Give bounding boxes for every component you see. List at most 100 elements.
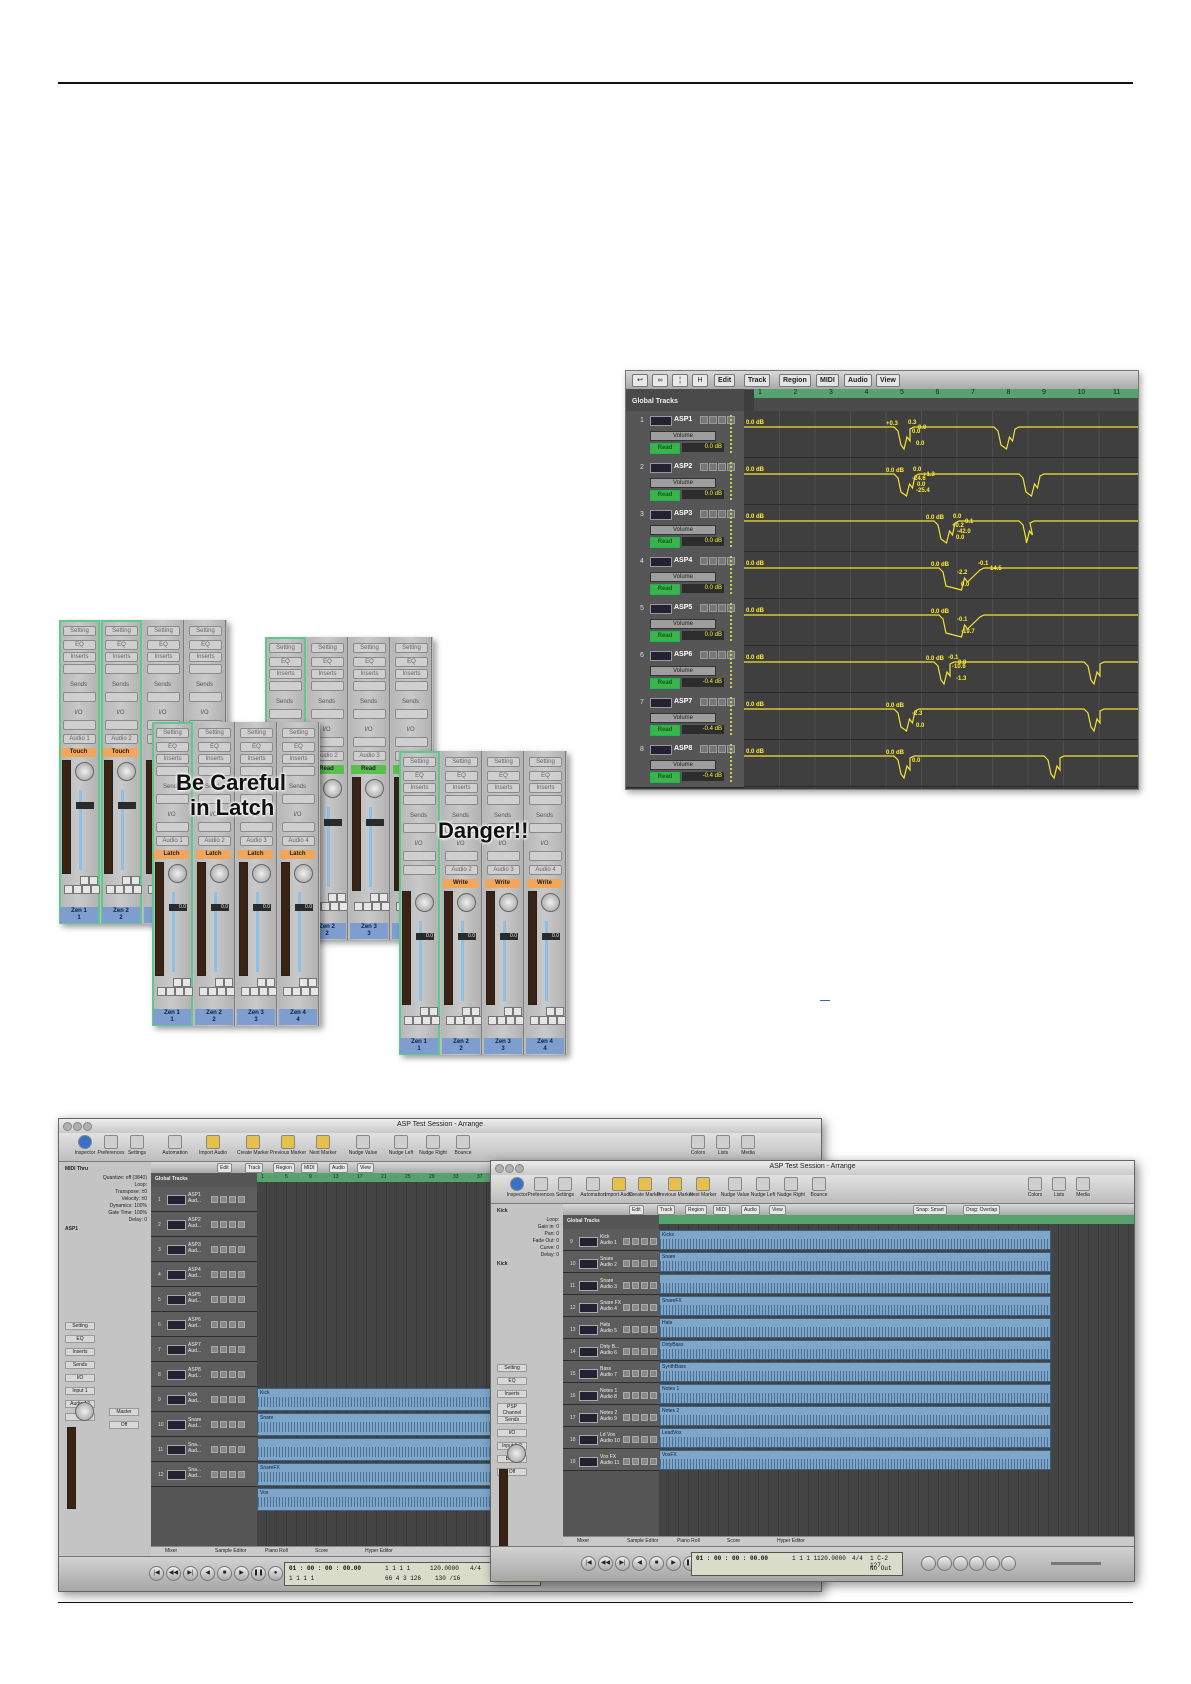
go-to-beginning-button[interactable]: |◀	[581, 1556, 596, 1571]
solo-button[interactable]	[131, 876, 140, 885]
insert-slot[interactable]	[445, 795, 478, 805]
mute-button[interactable]	[211, 1371, 218, 1378]
input-slot[interactable]	[395, 737, 428, 747]
input-monitor-button[interactable]	[157, 987, 166, 996]
eq-button[interactable]: EQ	[63, 640, 96, 650]
menu-view[interactable]: View	[357, 1163, 374, 1173]
record-button[interactable]	[229, 1396, 236, 1403]
track-header[interactable]: 19 Vox FX Audio 11	[563, 1449, 659, 1471]
input-button[interactable]	[650, 1282, 657, 1289]
channel-name[interactable]: Zen 11	[153, 1009, 191, 1025]
record-enable-button[interactable]	[226, 987, 235, 996]
automation-parameter-menu[interactable]: Volume	[650, 525, 716, 535]
inspector-row[interactable]: Curve: 0	[497, 1245, 559, 1251]
solo-button[interactable]	[220, 1296, 227, 1303]
record-button[interactable]	[641, 1414, 648, 1421]
track-header[interactable]: 11 Snare Audio 3	[563, 1273, 659, 1295]
mute-button[interactable]	[211, 1196, 218, 1203]
send-slot[interactable]	[403, 823, 436, 833]
input-button[interactable]	[238, 1271, 245, 1278]
setting-button[interactable]: Setting	[198, 728, 231, 738]
record-enable-button[interactable]	[431, 1016, 440, 1025]
eq-button[interactable]: EQ	[403, 771, 436, 781]
solo-button[interactable]	[632, 1414, 639, 1421]
setting-button[interactable]: Setting	[240, 728, 273, 738]
channel-strip[interactable]: Setting EQ Inserts Sends I/O Audio 1 Touch Zen …	[59, 620, 100, 924]
mute-button[interactable]	[623, 1436, 630, 1443]
record-button[interactable]	[718, 604, 726, 612]
solo-button[interactable]	[89, 876, 98, 885]
input-button[interactable]	[238, 1221, 245, 1228]
inspector-strip-slot[interactable]: Sends	[497, 1416, 527, 1424]
automation-track[interactable]: 3 ASP3 Volume Read 0.0 dB	[626, 505, 744, 553]
tab-hyper-editor[interactable]: Hyper Editor	[777, 1538, 805, 1544]
solo-button[interactable]	[471, 1007, 480, 1016]
pan-knob[interactable]	[457, 893, 476, 912]
channel-strip[interactable]: Setting EQ Inserts Sends I/O Audio 4 Latch 0.0 Z…	[278, 722, 319, 1026]
eq-button[interactable]: EQ	[189, 640, 222, 650]
inspector-strip-slot[interactable]: I/O	[65, 1374, 95, 1382]
record-button[interactable]	[718, 745, 726, 753]
solo-button[interactable]	[632, 1370, 639, 1377]
solo-button[interactable]	[220, 1271, 227, 1278]
record-button[interactable]	[229, 1221, 236, 1228]
record-button[interactable]	[229, 1271, 236, 1278]
input-monitor-button[interactable]	[404, 1016, 413, 1025]
input-button[interactable]	[238, 1371, 245, 1378]
record-enable-button[interactable]	[557, 1016, 566, 1025]
solo-button[interactable]	[220, 1471, 227, 1478]
mute-button[interactable]	[211, 1221, 218, 1228]
record-button[interactable]	[539, 1016, 548, 1025]
automation-mode-menu[interactable]: Touch	[103, 748, 138, 757]
mute-button[interactable]	[623, 1282, 630, 1289]
inspector-strip-slot[interactable]: EQ	[65, 1335, 95, 1343]
mute-button[interactable]	[299, 978, 308, 987]
metronome-button[interactable]	[985, 1556, 1000, 1571]
channel-strip[interactable]: Setting EQ Inserts Sends I/O Audio 2 Latch 0.0 Z…	[194, 722, 235, 1026]
eq-button[interactable]: EQ	[147, 640, 180, 650]
audio-region[interactable]: DirtyBass	[659, 1340, 1051, 1360]
mute-button[interactable]	[215, 978, 224, 987]
mute-button[interactable]	[257, 978, 266, 987]
channel-name[interactable]: Zen 22	[195, 1009, 233, 1025]
mute-button[interactable]	[211, 1246, 218, 1253]
pan-knob[interactable]	[323, 779, 342, 798]
input-monitor-button[interactable]	[106, 885, 115, 894]
input-button[interactable]	[650, 1370, 657, 1377]
mute-button[interactable]	[546, 1007, 555, 1016]
record-button[interactable]	[115, 885, 124, 894]
input-button[interactable]	[238, 1196, 245, 1203]
eq-button[interactable]: EQ	[105, 640, 138, 650]
input-slot[interactable]	[240, 822, 273, 832]
track-header[interactable]: 12 Sna... Aud...	[151, 1462, 257, 1487]
automation-parameter-menu[interactable]: Volume	[650, 619, 716, 629]
eq-button[interactable]: EQ	[395, 657, 428, 667]
menu-midi[interactable]: MIDI	[301, 1163, 318, 1173]
audio-region[interactable]: Snare	[659, 1252, 1051, 1272]
solo-button[interactable]	[220, 1421, 227, 1428]
eq-button[interactable]: EQ	[487, 771, 520, 781]
track-header[interactable]: 10 Snare Aud...	[151, 1412, 257, 1437]
insert-slot[interactable]	[395, 681, 428, 691]
inspector-row[interactable]: Gain in: 0	[497, 1224, 559, 1230]
inserts-button[interactable]: Inserts	[105, 652, 138, 662]
input-button[interactable]	[82, 885, 91, 894]
channel-name[interactable]: Zen 33	[350, 923, 388, 939]
track-header[interactable]: 5 ASP5 Aud...	[151, 1287, 257, 1312]
master-volume-slider[interactable]	[1051, 1562, 1101, 1565]
inspector-strip-slot[interactable]: Off	[109, 1421, 139, 1429]
track-header[interactable]: 1 ASP1 Aud...	[151, 1187, 257, 1212]
input-monitor-button[interactable]	[283, 987, 292, 996]
tab-sample-editor[interactable]: Sample Editor	[627, 1538, 658, 1544]
solo-button[interactable]	[709, 463, 717, 471]
record-enable-button[interactable]	[310, 987, 319, 996]
input-button[interactable]	[650, 1414, 657, 1421]
mute-button[interactable]	[211, 1271, 218, 1278]
track-header[interactable]: 10 Snare Audio 2	[563, 1251, 659, 1273]
solo-button[interactable]	[429, 1007, 438, 1016]
eq-button[interactable]: EQ	[269, 657, 302, 667]
insert-slot[interactable]	[529, 795, 562, 805]
input-button[interactable]	[301, 987, 310, 996]
input-button[interactable]	[238, 1346, 245, 1353]
setting-button[interactable]: Setting	[63, 626, 96, 636]
